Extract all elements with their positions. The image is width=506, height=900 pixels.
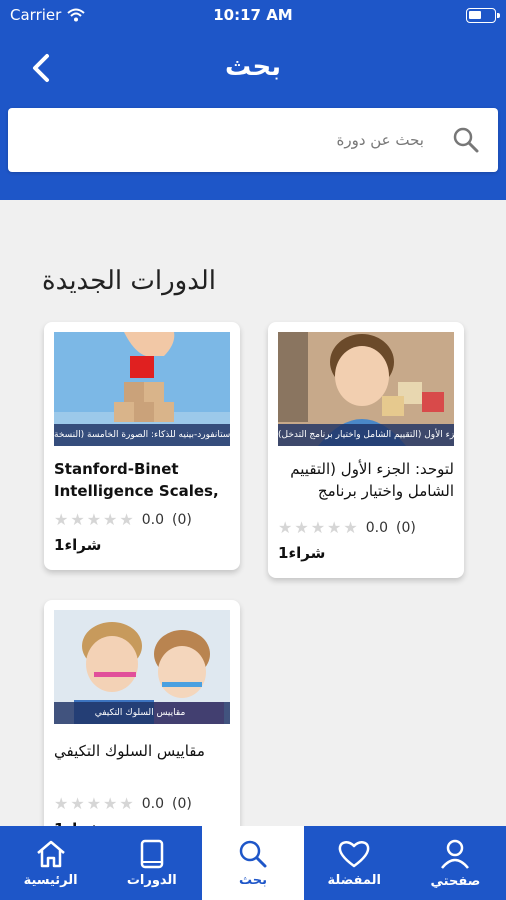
- star-icon: ★: [54, 794, 69, 813]
- star-icon: ★: [54, 510, 69, 529]
- course-title: Stanford-Binet Intelligence Scales,: [54, 460, 219, 500]
- rating-value: 0.0: [365, 519, 388, 536]
- battery-icon: [466, 8, 500, 23]
- course-caption: الجزء الأول (التقييم الشامل واختيار برنا…: [278, 424, 454, 446]
- course-card[interactable]: الجزء الأول (التقييم الشامل واختيار برنا…: [268, 322, 464, 578]
- book-icon: [140, 839, 164, 868]
- star-icon: ★: [310, 518, 326, 537]
- heart-icon: [338, 840, 370, 867]
- course-card[interactable]: مقاييس السلوك التكيفي مقاييس السلوك التك…: [44, 600, 240, 848]
- clock: 10:17 AM: [213, 6, 293, 24]
- tab-home[interactable]: الرئيسية: [0, 826, 101, 900]
- tab-label: صفحتي: [430, 873, 481, 889]
- review-count: (0): [171, 795, 192, 812]
- star-icon: ★: [119, 510, 134, 529]
- star-icon: ★: [86, 510, 102, 529]
- status-bar: Carrier 10:17 AM: [0, 0, 506, 32]
- star-icon: ★: [278, 518, 293, 537]
- user-icon: [441, 839, 470, 869]
- search-input[interactable]: [24, 120, 424, 160]
- course-title: لتوحد: الجزء الأول (التقييم الشامل واختي…: [290, 460, 454, 500]
- rating-value: 0.0: [141, 795, 164, 812]
- navigation-bar: بحث: [0, 36, 506, 100]
- course-card[interactable]: ستانفورد-بينيه للذكاء: الصورة الخامسة (ا…: [44, 322, 240, 570]
- review-count: (0): [171, 511, 192, 528]
- tab-label: بحث: [239, 872, 268, 888]
- star-icon: ★: [103, 794, 118, 813]
- course-rating: ★ ★ ★ ★ ★ 0.0 (0): [54, 794, 230, 813]
- page-title: بحث: [224, 52, 282, 82]
- search-bar: [8, 108, 498, 172]
- star-icon: ★: [70, 510, 85, 529]
- tab-bar: الرئيسية الدورات بحث المفضلة صفحتي: [0, 826, 506, 900]
- course-thumbnail: ستانفورد-بينيه للذكاء: الصورة الخامسة (ا…: [54, 332, 230, 446]
- course-thumbnail: مقاييس السلوك التكيفي: [54, 610, 230, 724]
- app-header: Carrier 10:17 AM بحث: [0, 0, 506, 200]
- course-thumbnail: الجزء الأول (التقييم الشامل واختيار برنا…: [278, 332, 454, 446]
- tab-label: المفضلة: [327, 872, 381, 888]
- purchase-count: شراء1: [54, 536, 102, 554]
- tab-label: الرئيسية: [23, 872, 78, 888]
- tab-search[interactable]: بحث: [202, 826, 304, 900]
- star-icon: ★: [327, 518, 342, 537]
- star-icon: ★: [70, 794, 85, 813]
- rating-stars: ★ ★ ★ ★ ★: [278, 518, 358, 537]
- tab-courses[interactable]: الدورات: [101, 826, 202, 900]
- star-icon: ★: [119, 794, 134, 813]
- course-caption: مقاييس السلوك التكيفي: [54, 702, 230, 724]
- star-icon: ★: [103, 510, 118, 529]
- rating-stars: ★ ★ ★ ★ ★: [54, 794, 134, 813]
- tab-favorites[interactable]: المفضلة: [304, 826, 405, 900]
- star-icon: ★: [86, 794, 102, 813]
- course-caption: ستانفورد-بينيه للذكاء: الصورة الخامسة (ا…: [54, 424, 230, 446]
- rating-stars: ★ ★ ★ ★ ★: [54, 510, 134, 529]
- course-rating: ★ ★ ★ ★ ★ 0.0 (0): [278, 518, 454, 537]
- course-title: مقاييس السلوك التكيفي: [54, 742, 205, 760]
- star-icon: ★: [343, 518, 358, 537]
- search-icon: [239, 840, 267, 867]
- star-icon: ★: [294, 518, 309, 537]
- tab-label: الدورات: [126, 872, 177, 888]
- purchase-count: شراء1: [278, 544, 326, 562]
- section-title: الدورات الجديدة: [42, 266, 216, 296]
- course-rating: ★ ★ ★ ★ ★ 0.0 (0): [54, 510, 230, 529]
- tab-profile[interactable]: صفحتي: [405, 826, 506, 900]
- search-icon[interactable]: [452, 126, 480, 154]
- rating-value: 0.0: [141, 511, 164, 528]
- home-icon: [36, 840, 65, 867]
- review-count: (0): [395, 519, 416, 536]
